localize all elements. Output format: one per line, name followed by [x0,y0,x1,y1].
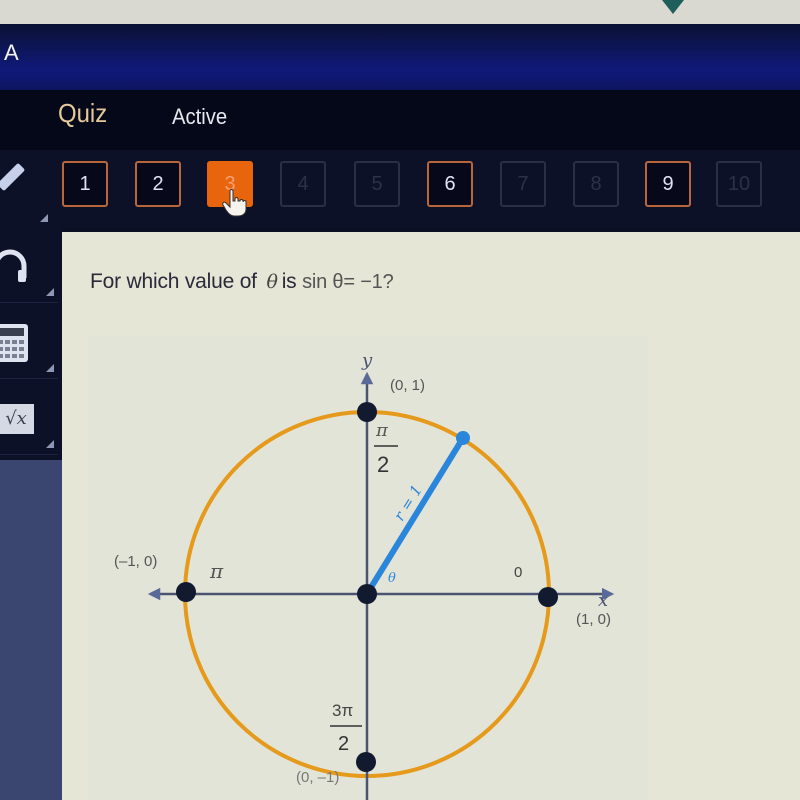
question-number: 8 [590,172,602,195]
question-button-4[interactable]: 4 [280,161,326,207]
point-right [538,587,558,607]
angle-top-denominator: 2 [377,452,389,477]
question-number: 10 [727,172,751,195]
tool-sidebar: √x [0,228,62,800]
question-button-6[interactable]: 6 [427,161,473,207]
coord-right: (1, 0) [576,611,611,628]
question-button-1[interactable]: 1 [62,161,108,207]
question-button-2[interactable]: 2 [135,161,181,207]
app-title-bar: A [0,24,800,90]
radius-endpoint[interactable] [456,431,470,445]
question-button-5[interactable]: 5 [354,161,400,207]
nav-status-active: Active [172,104,228,129]
angle-bottom-denominator: 2 [338,733,349,755]
question-number: 6 [444,172,456,195]
question-number: 7 [517,172,529,195]
nav-section-quiz[interactable]: Quiz [58,98,107,129]
question-button-8[interactable]: 8 [573,161,619,207]
angle-right-label: 0 [514,564,522,581]
sqrt-icon: √x [0,404,34,434]
nav-bar: Quiz Active [0,90,800,150]
tool-expand-corner [40,214,48,222]
tool-calculator[interactable] [0,304,58,379]
os-top-bar [0,0,800,24]
tool-formula[interactable]: √x [0,380,58,455]
app-header-letter: A [4,40,19,65]
unit-circle-diagram: y x (0, 1) (1, 0) (–1, 0) (0, –1) π 2 0 … [114,350,615,800]
angle-top-numerator: π [375,420,389,441]
question-button-9[interactable]: 9 [645,161,691,207]
os-app-icon [662,0,684,14]
question-number: 2 [152,172,164,195]
question-button-7[interactable]: 7 [500,161,546,207]
hand-pointer-icon [222,189,247,217]
question-number: 5 [371,172,383,195]
y-axis-label: y [361,350,373,371]
question-number: 9 [662,172,674,195]
question-toolbar: 1 2 3 4 5 6 7 8 9 10 [0,150,800,228]
headphones-icon [0,249,27,282]
question-number: 4 [297,172,309,195]
calculator-icon [0,324,28,362]
angle-bottom-numerator: 3π [332,701,353,720]
coord-left: (–1, 0) [114,553,157,570]
tool-headphones[interactable] [0,228,58,303]
question-button-10[interactable]: 10 [716,161,762,207]
question-number: 1 [79,172,91,195]
coord-bottom: (0, –1) [296,769,339,786]
angle-left-label: π [209,559,224,583]
coord-top: (0, 1) [390,377,425,394]
question-button-3[interactable]: 3 [207,161,253,217]
tool-expand-corner [46,440,54,448]
tool-expand-corner [46,364,54,372]
x-axis-label: x [598,590,608,611]
point-left [176,582,196,602]
pencil-icon[interactable] [0,162,26,192]
point-origin [357,584,377,604]
point-bottom [356,752,376,772]
point-top [357,402,377,422]
theta-label: θ [388,571,396,586]
sidebar-panel [0,460,62,800]
tool-expand-corner [46,288,54,296]
